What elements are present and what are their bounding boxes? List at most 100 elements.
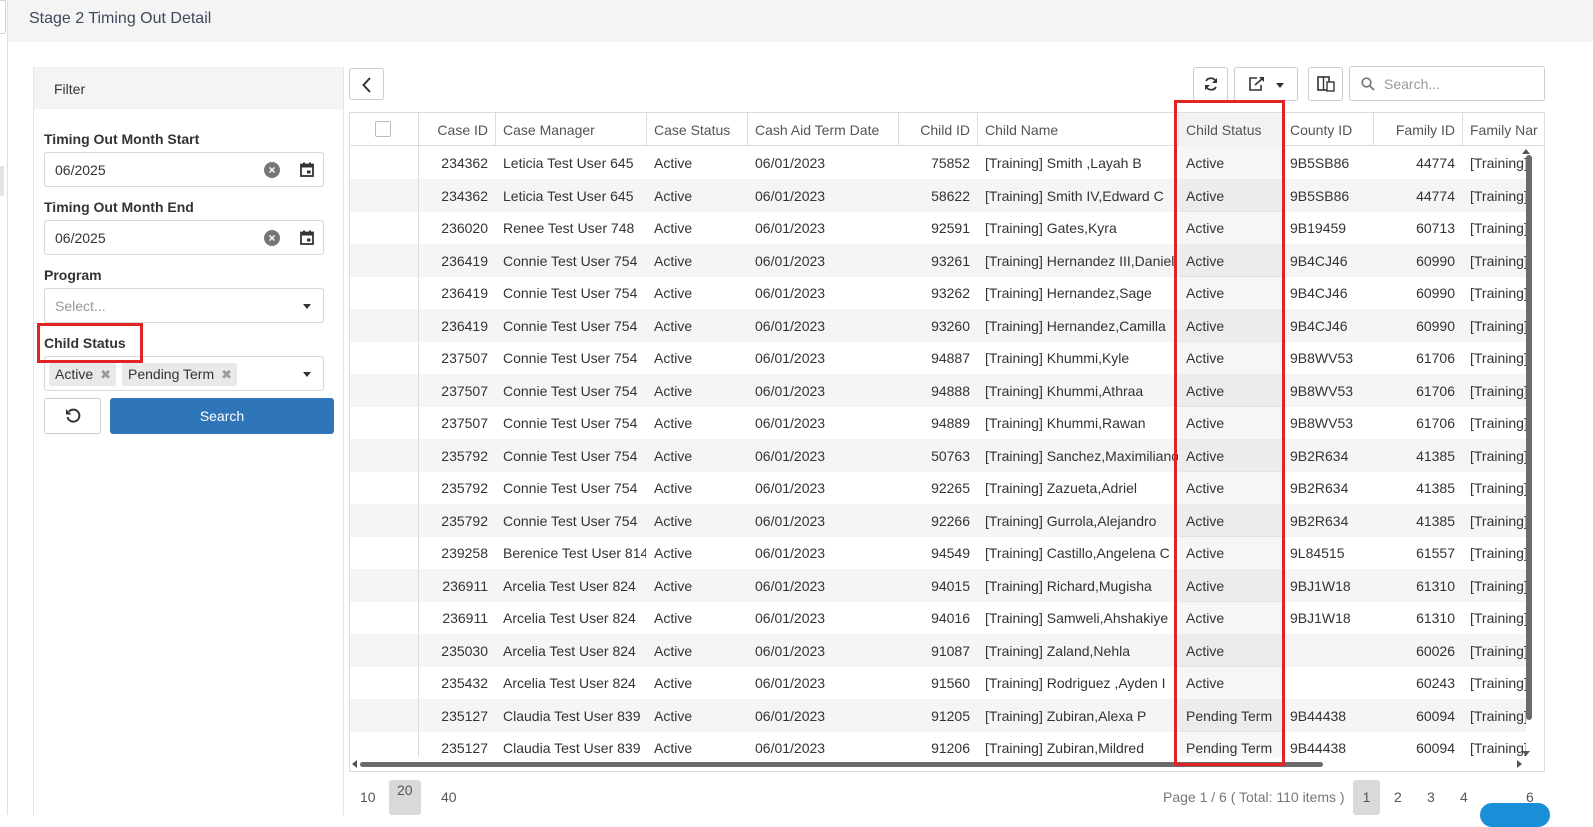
cell-case-id: 236020 xyxy=(441,220,488,236)
highlight-child-status-label xyxy=(37,323,143,363)
table-row[interactable]: 236419 Connie Test User 754 Active 06/01/20… xyxy=(350,243,1544,277)
cell-case-id: 235030 xyxy=(441,642,488,659)
table-row[interactable]: 235432 Arcelia Test User 824 Active 06/01/2… xyxy=(350,666,1544,699)
cell-county-id: 9B8WV53 xyxy=(1290,382,1354,399)
cell-county-id: 9BJ1W18 xyxy=(1290,577,1351,594)
table-row[interactable]: 236911 Arcelia Test User 824 Active 06/01/2… xyxy=(350,568,1544,602)
cell-cash-aid-term-date: 06/01/2023 xyxy=(755,285,826,301)
cell-child-name: [Training] Zazueta,Adriel xyxy=(985,480,1137,496)
cell-cash-aid-term-date: 06/01/2023 xyxy=(755,577,826,594)
header-county-id[interactable]: County ID xyxy=(1283,113,1374,146)
header-case-manager[interactable]: Case Manager xyxy=(496,113,647,146)
scroll-right-icon[interactable] xyxy=(1517,760,1522,768)
back-button[interactable] xyxy=(349,68,384,100)
remove-tag-icon[interactable]: ✖ xyxy=(221,367,232,383)
refresh-button[interactable] xyxy=(1193,67,1228,101)
table-row[interactable]: 234362 Leticia Test User 645 Active 06/01/2… xyxy=(350,146,1544,179)
chevron-down-icon[interactable] xyxy=(303,372,311,377)
tag-pending-term[interactable]: Pending Term ✖ xyxy=(122,363,238,386)
remove-tag-icon[interactable]: ✖ xyxy=(100,367,111,383)
month-start-field[interactable]: 06/2025 × xyxy=(44,152,324,187)
cell-family-id: 61706 xyxy=(1416,350,1455,366)
page-4[interactable]: 4 xyxy=(1460,789,1468,805)
cell-child-id: 92266 xyxy=(931,512,970,529)
table-row[interactable]: 239258 Berenice Test User 814 Active 06/01/… xyxy=(350,536,1544,569)
search-button[interactable]: Search xyxy=(110,398,334,434)
calendar-icon[interactable] xyxy=(300,162,314,177)
header-child-id[interactable]: Child ID xyxy=(899,113,978,146)
grid-search-input[interactable]: Search... xyxy=(1349,66,1545,101)
page-size-40[interactable]: 40 xyxy=(441,789,457,805)
table-row[interactable]: 237507 Connie Test User 754 Active 06/01/20… xyxy=(350,373,1544,407)
column-chooser-button[interactable] xyxy=(1308,67,1343,101)
vertical-scrollbar[interactable] xyxy=(1526,155,1532,720)
nav-handle-mid[interactable] xyxy=(0,166,4,196)
cell-child-id: 75852 xyxy=(931,155,970,171)
refresh-icon xyxy=(1205,77,1217,91)
table-row[interactable]: 236419 Connie Test User 754 Active 06/01/20… xyxy=(350,308,1544,342)
select-all-checkbox[interactable] xyxy=(375,121,391,137)
month-end-field[interactable]: 06/2025 × xyxy=(44,220,324,255)
header-family-id[interactable]: Family ID xyxy=(1374,113,1463,146)
cell-case-status: Active xyxy=(654,642,693,659)
calendar-icon[interactable] xyxy=(300,230,314,245)
cell-child-name: [Training] Samweli,Ahshakiye xyxy=(985,610,1169,626)
cell-case-id: 235792 xyxy=(441,447,488,464)
table-row[interactable]: 236911 Arcelia Test User 824 Active 06/01/2… xyxy=(350,601,1544,634)
header-case-id[interactable]: Case ID xyxy=(419,113,496,146)
nav-handle-top[interactable] xyxy=(0,0,6,34)
cell-cash-aid-term-date: 06/01/2023 xyxy=(755,675,826,691)
month-start-value: 06/2025 xyxy=(55,162,106,178)
cell-child-id: 93260 xyxy=(931,317,970,334)
chat-widget-button[interactable] xyxy=(1480,803,1550,827)
cell-case-status: Active xyxy=(654,317,693,334)
header-family-name[interactable]: Family Nar xyxy=(1463,113,1544,146)
cell-family-id: 60713 xyxy=(1416,220,1455,236)
month-end-value: 06/2025 xyxy=(55,230,106,246)
tag-active[interactable]: Active ✖ xyxy=(49,363,117,386)
page-size-20[interactable]: 20 xyxy=(389,780,421,815)
table-row[interactable]: 235792 Connie Test User 754 Active 06/01/20… xyxy=(350,471,1544,504)
page-1[interactable]: 1 xyxy=(1353,780,1380,815)
page-5[interactable]: 5 xyxy=(1493,789,1501,805)
scroll-down-icon[interactable] xyxy=(1522,751,1530,756)
clear-icon[interactable]: × xyxy=(264,230,280,246)
table-row[interactable]: 235792 Connie Test User 754 Active 06/01/20… xyxy=(350,503,1544,537)
cell-child-name: [Training] Hernandez,Camilla xyxy=(985,317,1166,334)
table-row[interactable]: 236020 Renee Test User 748 Active 06/01/202… xyxy=(350,211,1544,244)
header-child-name[interactable]: Child Name xyxy=(978,113,1179,146)
clear-icon[interactable]: × xyxy=(264,162,280,178)
header-cash-aid-term-date[interactable]: Cash Aid Term Date xyxy=(748,113,899,146)
cell-child-name: [Training] Hernandez,Sage xyxy=(985,285,1152,301)
cell-county-id: 9B4CJ46 xyxy=(1290,285,1348,301)
table-row[interactable]: 235127 Claudia Test User 839 Active 06/01/2… xyxy=(350,698,1544,732)
table-row[interactable]: 235792 Connie Test User 754 Active 06/01/20… xyxy=(350,438,1544,472)
table-row[interactable]: 236419 Connie Test User 754 Active 06/01/20… xyxy=(350,276,1544,309)
cell-cash-aid-term-date: 06/01/2023 xyxy=(755,447,826,464)
page-2[interactable]: 2 xyxy=(1394,789,1402,805)
cell-case-manager: Leticia Test User 645 xyxy=(503,187,634,204)
scroll-left-icon[interactable] xyxy=(352,760,357,768)
cell-case-id: 237507 xyxy=(441,415,488,431)
header-case-status[interactable]: Case Status xyxy=(647,113,748,146)
cell-case-id: 236911 xyxy=(442,577,488,594)
table-row[interactable]: 234362 Leticia Test User 645 Active 06/01/2… xyxy=(350,178,1544,212)
cell-child-id: 91205 xyxy=(931,707,970,724)
cell-case-status: Active xyxy=(654,707,693,724)
program-select[interactable]: Select... xyxy=(44,288,324,323)
table-row[interactable]: 237507 Connie Test User 754 Active 06/01/20… xyxy=(350,406,1544,439)
export-menu-button[interactable] xyxy=(1234,67,1298,101)
chevron-down-icon[interactable] xyxy=(303,304,311,309)
page-size-10[interactable]: 10 xyxy=(360,789,376,805)
cell-county-id: 9B5SB86 xyxy=(1290,187,1350,204)
reset-button[interactable] xyxy=(44,398,101,434)
table-row[interactable]: 237507 Connie Test User 754 Active 06/01/20… xyxy=(350,341,1544,374)
cell-cash-aid-term-date: 06/01/2023 xyxy=(755,155,826,171)
page-6[interactable]: 6 xyxy=(1526,789,1534,805)
cell-family-id: 60243 xyxy=(1416,675,1455,691)
cell-case-manager: Connie Test User 754 xyxy=(503,350,638,366)
scroll-up-icon[interactable] xyxy=(1522,149,1530,154)
filter-header: Filter xyxy=(34,67,343,109)
table-row[interactable]: 235030 Arcelia Test User 824 Active 06/01/2… xyxy=(350,633,1544,667)
page-3[interactable]: 3 xyxy=(1427,789,1435,805)
